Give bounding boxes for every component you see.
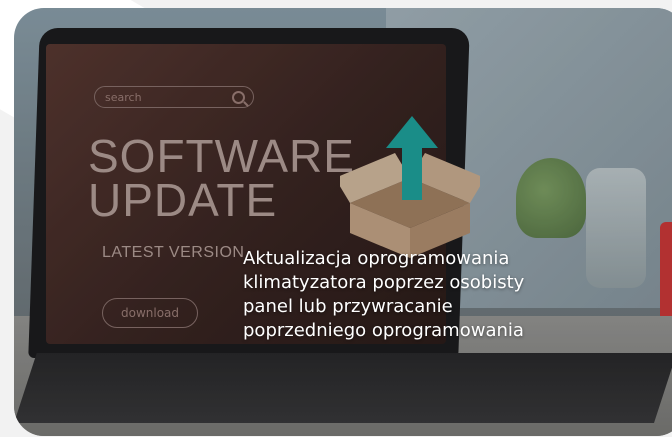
banner-frame: search SOFTWARE UPDATE LATEST VERSION do… — [0, 0, 672, 437]
card-caption: Aktualizacja oprogramowania klimatyzator… — [243, 247, 603, 343]
caption-line-3: panel lub przywracanie — [243, 296, 453, 317]
caption-line-2: klimatyzatora poprzez osobisty — [243, 272, 525, 293]
image-overlay — [14, 8, 672, 436]
caption-line-4: poprzedniego oprogramowania — [243, 320, 524, 341]
software-update-card[interactable]: search SOFTWARE UPDATE LATEST VERSION do… — [14, 8, 672, 436]
caption-line-1: Aktualizacja oprogramowania — [243, 248, 510, 269]
